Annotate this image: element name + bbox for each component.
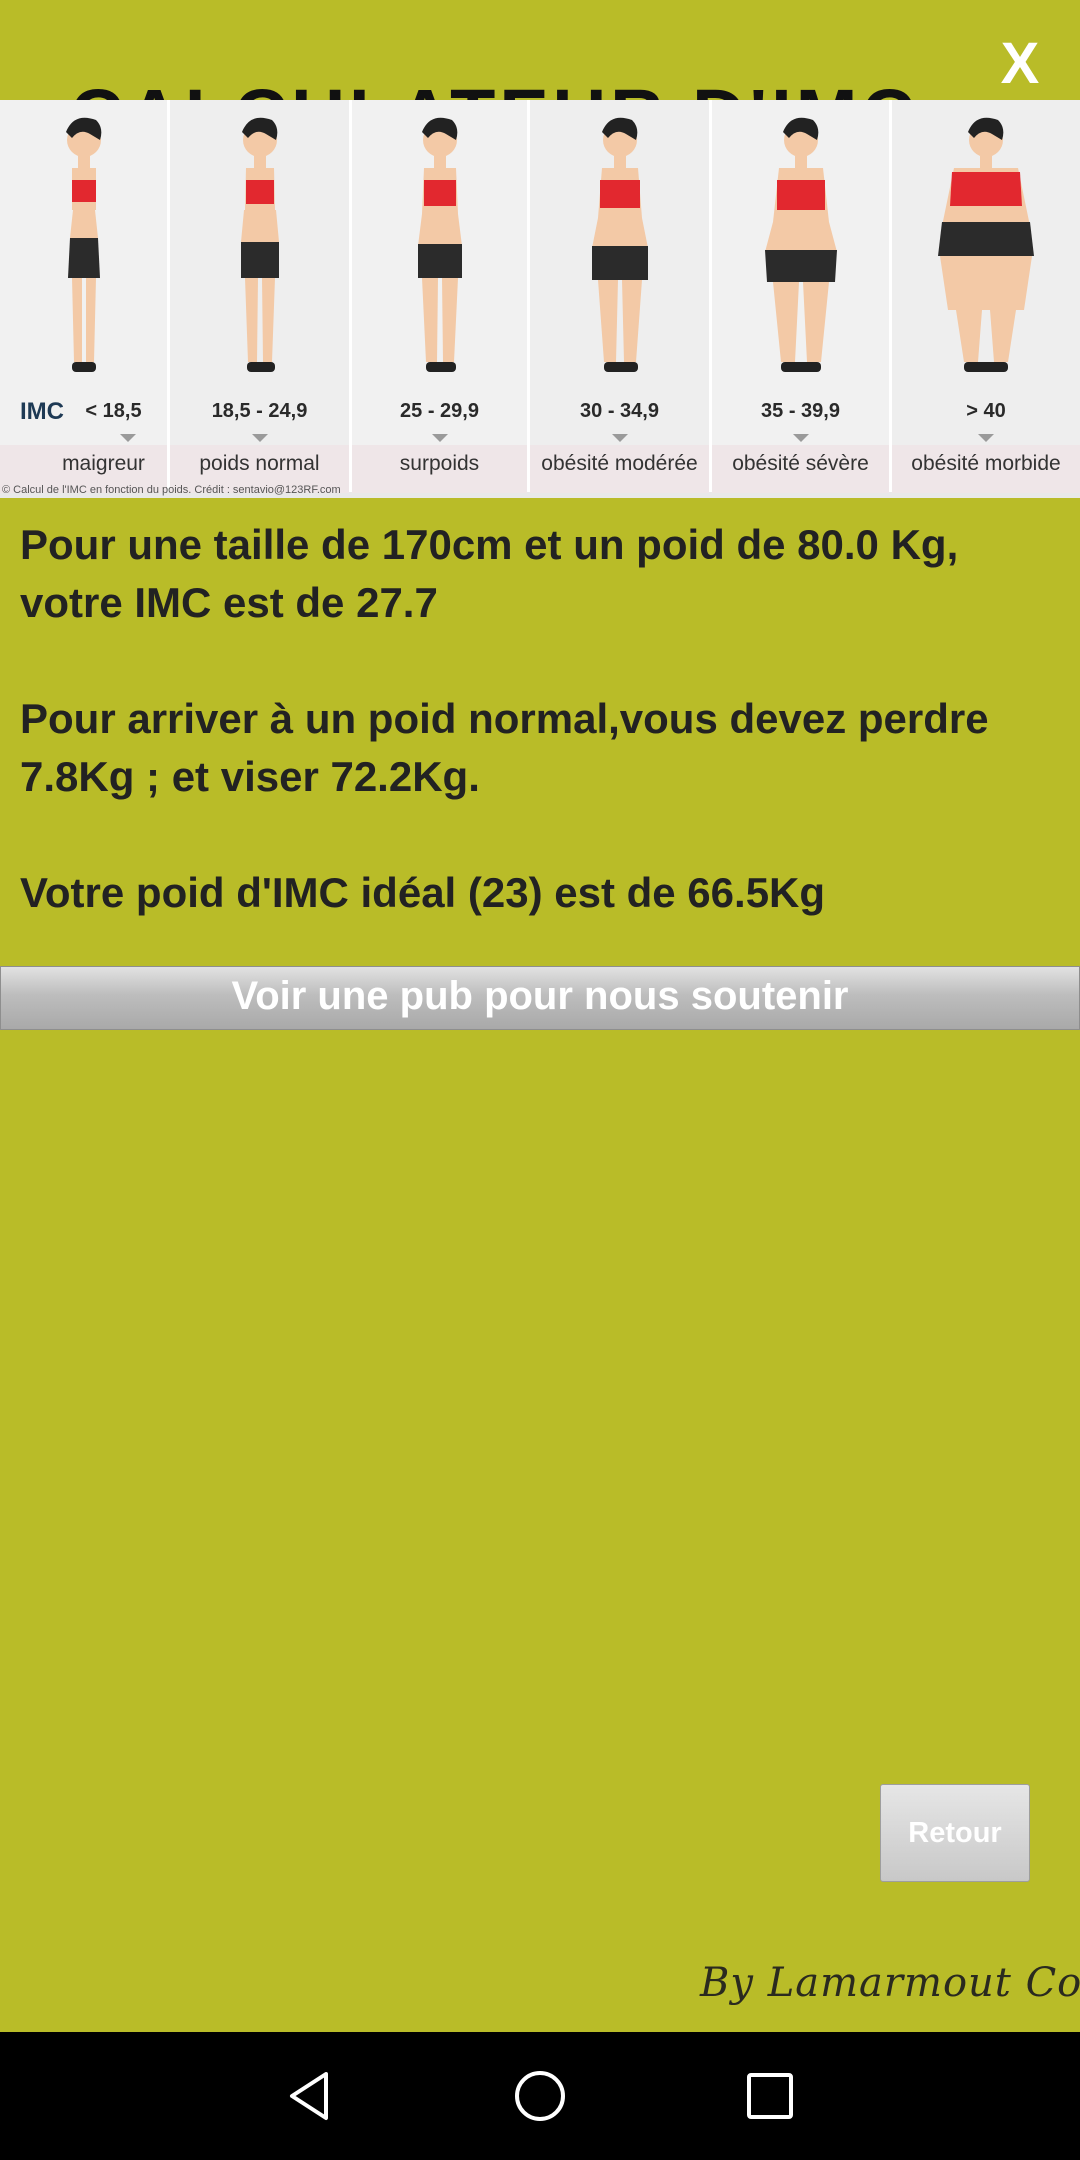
bmi-range: 18,5 - 24,9 [211,400,308,422]
close-button[interactable]: X [980,28,1060,100]
bmi-range: 35 - 39,9 [761,400,840,422]
woman-figure-icon [240,117,279,372]
bmi-banner-image: IMC < 18,5 maigreur 18,5 - 24,9 poids no… [0,100,1080,498]
image-credit: © Calcul de l'IMC en fonction du poids. … [2,484,341,496]
woman-figure-icon [65,117,101,372]
woman-figure-icon [417,117,462,372]
woman-figure-icon [764,117,837,372]
home-circle-icon[interactable] [508,2064,572,2128]
imc-label: IMC [20,398,64,425]
weight-goal-text: Pour arriver à un poid normal,vous devez… [20,695,989,800]
bmi-range: 25 - 29,9 [400,400,479,422]
bmi-category-obesite-moderee: 30 - 34,9 obésité modérée [530,100,712,493]
recent-apps-icon[interactable] [738,2064,802,2128]
arrow-down-icon [978,434,994,442]
bmi-result: Pour une taille de 170cm et un poid de 8… [20,516,1060,922]
bmi-range: 30 - 34,9 [580,400,659,422]
arrow-down-icon [611,434,628,442]
arrow-down-icon [251,434,268,442]
bmi-category-label: surpoids [352,445,527,493]
bmi-category-label: obésité modérée [530,445,709,493]
system-navigation-bar [0,2032,1080,2160]
bmi-category-label: obésité sévère [712,445,889,493]
arrow-down-icon [792,434,809,442]
bmi-category-label: obésité morbide [892,445,1080,493]
bmi-range: < 18,5 [85,400,142,422]
bmi-range: > 40 [966,400,1006,422]
bmi-category-obesite-morbide: > 40 obésité morbide [892,100,1080,493]
woman-figure-icon [591,117,648,372]
bmi-result-text: Pour une taille de 170cm et un poid de 8… [20,521,959,626]
back-triangle-icon[interactable] [278,2064,342,2128]
woman-figure-icon [938,117,1034,372]
arrow-down-icon [120,434,136,442]
arrow-down-icon [431,434,448,442]
bmi-category-surpoids: 25 - 29,9 surpoids [352,100,530,493]
ideal-weight-text: Votre poid d'IMC idéal (23) est de 66.5K… [20,869,826,916]
author-signature: By Lamarmout Corp [700,1960,1080,2006]
back-button[interactable]: Retour [880,1784,1030,1882]
bmi-category-obesite-severe: 35 - 39,9 obésité sévère [712,100,892,493]
bmi-category-poids-normal: 18,5 - 24,9 poids normal [170,100,352,493]
watch-ad-button[interactable]: Voir une pub pour nous soutenir [0,966,1080,1030]
app-screen: CALCULATEUR D'IMC X IMC < 18,5 [0,0,1080,2032]
bmi-category-maigreur: IMC < 18,5 maigreur [0,100,170,493]
